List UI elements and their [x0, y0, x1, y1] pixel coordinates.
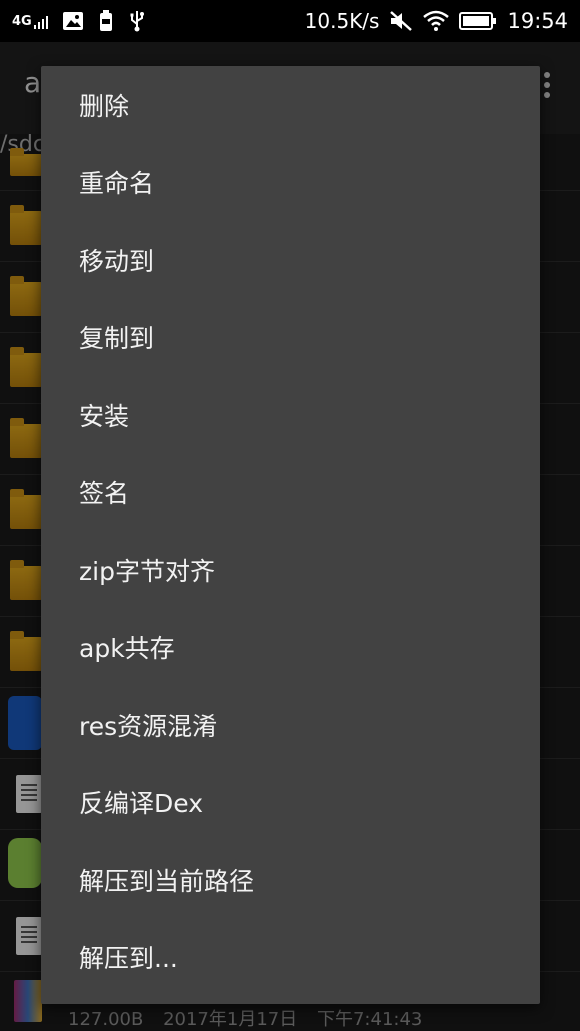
wifi-icon [423, 10, 450, 31]
status-bar: 4G 10.5K/s 19:54 [0, 0, 580, 42]
mute-icon [390, 11, 413, 31]
network-type: 4G [12, 13, 32, 29]
menu-item-decompile-dex[interactable]: 反编译Dex [41, 764, 540, 842]
menu-item-copy-to[interactable]: 复制到 [41, 299, 540, 377]
context-menu: 删除 重命名 移动到 复制到 安装 签名 zip字节对齐 apk共存 res资源… [41, 66, 540, 1004]
menu-item-zipalign[interactable]: zip字节对齐 [41, 531, 540, 609]
network-speed: 10.5K/s [304, 9, 380, 33]
battery-icon [459, 12, 497, 30]
image-icon [62, 12, 83, 30]
menu-item-move-to[interactable]: 移动到 [41, 221, 540, 299]
menu-item-extract-to[interactable]: 解压到... [41, 919, 540, 997]
battery-saver-icon [99, 10, 112, 31]
signal-icon: 4G [12, 14, 48, 29]
clock: 19:54 [507, 9, 568, 33]
usb-icon [130, 11, 144, 32]
menu-item-apk-coexist[interactable]: apk共存 [41, 609, 540, 687]
menu-item-rename[interactable]: 重命名 [41, 144, 540, 222]
menu-item-sign[interactable]: 签名 [41, 454, 540, 532]
menu-item-install[interactable]: 安装 [41, 376, 540, 454]
menu-item-extract-here[interactable]: 解压到当前路径 [41, 841, 540, 919]
menu-item-delete[interactable]: 删除 [41, 66, 540, 144]
menu-item-res-obfuscate[interactable]: res资源混淆 [41, 686, 540, 764]
screen: 4G 10.5K/s 19:54 a /sdc 127.00B 2017年1月1… [0, 0, 580, 1031]
